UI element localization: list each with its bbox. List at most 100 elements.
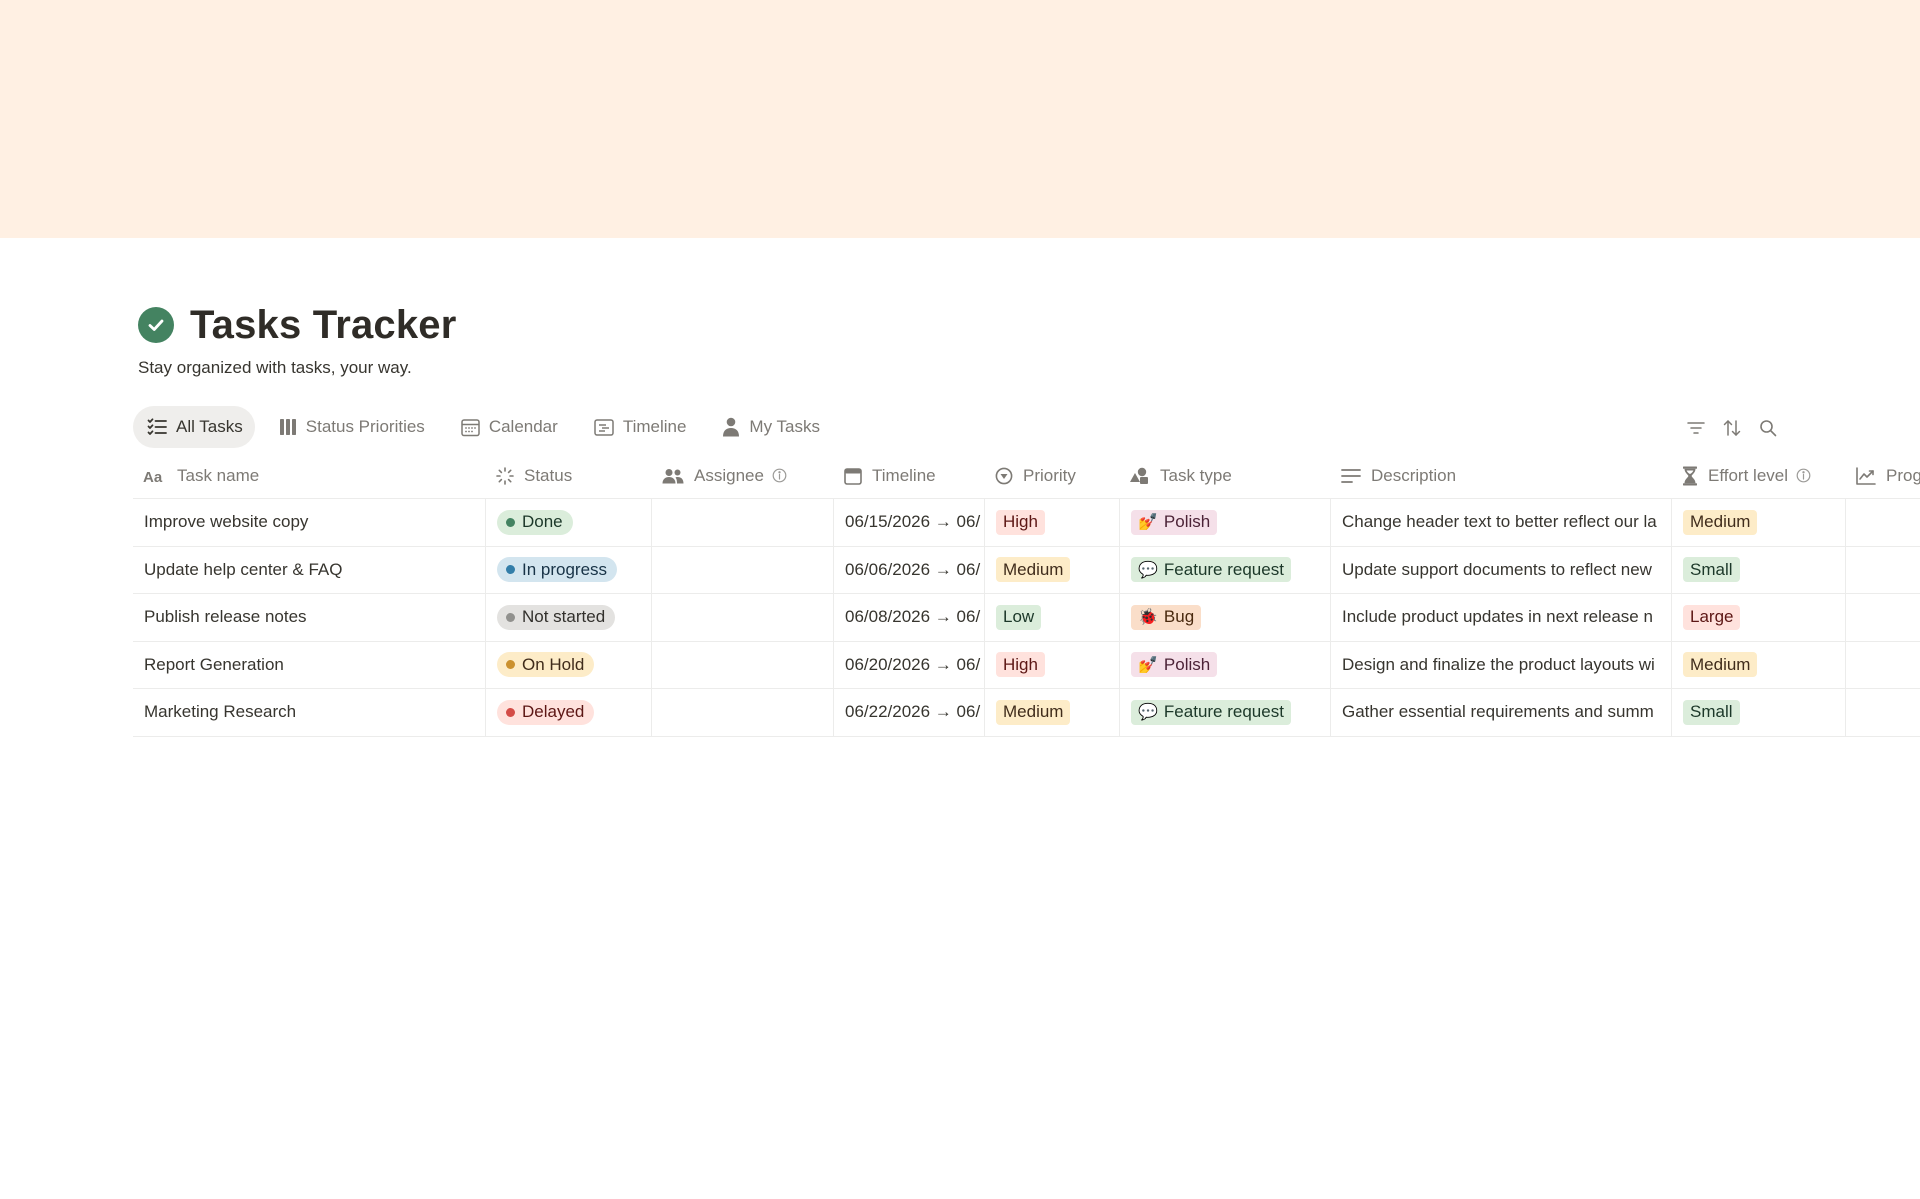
- column-header-timeline[interactable]: Timeline: [834, 453, 985, 498]
- search-button[interactable]: [1755, 415, 1781, 441]
- column-label: Timeline: [872, 465, 936, 485]
- cell-task-type[interactable]: 💅 Polish: [1120, 641, 1331, 688]
- cell-effort-level[interactable]: Large: [1672, 594, 1846, 641]
- cell-timeline[interactable]: 06/15/2026 → 06/: [834, 499, 985, 546]
- column-header-description[interactable]: Description: [1331, 453, 1672, 498]
- cell-description[interactable]: Include product updates in next release …: [1331, 594, 1672, 641]
- cell-progress[interactable]: [1846, 594, 1920, 641]
- check-circle-icon[interactable]: [138, 307, 174, 343]
- cell-assignee[interactable]: [652, 499, 834, 546]
- tab-calendar[interactable]: Calendar: [447, 406, 570, 448]
- cell-status[interactable]: Delayed: [486, 689, 652, 736]
- board-icon: [279, 419, 296, 435]
- column-header-task-name[interactable]: Aa Task name: [133, 453, 486, 498]
- cell-priority[interactable]: Medium: [985, 689, 1120, 736]
- cell-progress[interactable]: [1846, 499, 1920, 546]
- cell-timeline[interactable]: 06/08/2026 → 06/: [834, 594, 985, 641]
- cell-status[interactable]: Done: [486, 499, 652, 546]
- tab-status-priorities[interactable]: Status Priorities: [265, 406, 437, 448]
- cell-timeline-text: 06/06/2026 → 06/: [845, 559, 981, 579]
- cell-assignee[interactable]: [652, 641, 834, 688]
- cell-task-name-text: Marketing Research: [144, 702, 297, 722]
- cell-task-name[interactable]: Improve website copy: [133, 499, 486, 546]
- cell-description-text: Include product updates in next release …: [1342, 607, 1653, 627]
- cell-description[interactable]: Update support documents to reflect new: [1331, 546, 1672, 593]
- info-icon[interactable]: [1796, 468, 1811, 483]
- cell-description-text: Gather essential requirements and summ: [1342, 702, 1654, 722]
- column-header-status[interactable]: Status: [486, 453, 652, 498]
- cell-progress[interactable]: [1846, 689, 1920, 736]
- status-label: On Hold: [522, 654, 585, 674]
- cell-progress[interactable]: [1846, 547, 1920, 594]
- column-header-task-type[interactable]: Task type: [1120, 453, 1331, 498]
- cell-timeline[interactable]: 06/22/2026 → 06/: [834, 689, 985, 736]
- effort-tag: Small: [1683, 557, 1740, 583]
- status-label: Done: [522, 512, 563, 532]
- cell-priority[interactable]: High: [985, 499, 1120, 546]
- cell-priority[interactable]: Medium: [985, 546, 1120, 593]
- cell-description[interactable]: Design and finalize the product layouts …: [1331, 641, 1672, 688]
- table-row[interactable]: Publish release notes Not started 06/08/20…: [133, 594, 1920, 642]
- cell-effort-level[interactable]: Medium: [1672, 499, 1846, 546]
- cell-effort-level[interactable]: Small: [1672, 546, 1846, 593]
- lines-icon: [1341, 468, 1361, 483]
- table-row[interactable]: Report Generation On Hold 06/20/2026 → 06/…: [133, 641, 1920, 689]
- cell-task-type[interactable]: 💬 Feature request: [1120, 546, 1331, 593]
- cell-status[interactable]: In progress: [486, 546, 652, 593]
- cell-effort-level[interactable]: Medium: [1672, 641, 1846, 688]
- table-row[interactable]: Update help center & FAQ In progress 06/06…: [133, 546, 1920, 594]
- cell-task-name[interactable]: Publish release notes: [133, 594, 486, 641]
- cell-status[interactable]: On Hold: [486, 641, 652, 688]
- cell-effort-level[interactable]: Small: [1672, 689, 1846, 736]
- info-icon[interactable]: [772, 468, 787, 483]
- cell-task-name[interactable]: Marketing Research: [133, 689, 486, 736]
- cell-status[interactable]: Not started: [486, 594, 652, 641]
- status-badge: On Hold: [497, 652, 595, 678]
- cell-progress[interactable]: [1846, 642, 1920, 689]
- task-type-emoji-icon: 💬: [1138, 704, 1158, 722]
- task-type-tag: 💅 Polish: [1131, 509, 1218, 535]
- table-header: Aa Task name Status Assignee Timeline Pr…: [133, 453, 1920, 499]
- status-badge: Done: [497, 509, 573, 535]
- table-row[interactable]: Improve website copy Done 06/15/2026 → 06/…: [133, 499, 1920, 547]
- cell-timeline[interactable]: 06/20/2026 → 06/: [834, 641, 985, 688]
- column-label: Task type: [1160, 465, 1232, 485]
- priority-tag: High: [996, 652, 1045, 678]
- cell-assignee[interactable]: [652, 594, 834, 641]
- task-type-emoji-icon: 💅: [1138, 514, 1158, 532]
- sort-button[interactable]: [1719, 415, 1745, 441]
- cell-description[interactable]: Gather essential requirements and summ: [1331, 689, 1672, 736]
- column-label: Priority: [1023, 465, 1076, 485]
- task-type-emoji-icon: 🐞: [1138, 609, 1158, 627]
- task-type-tag: 💬 Feature request: [1131, 699, 1291, 725]
- cell-assignee[interactable]: [652, 689, 834, 736]
- table-row[interactable]: Marketing Research Delayed 06/22/2026 → 06…: [133, 689, 1920, 737]
- cell-description[interactable]: Change header text to better reflect our…: [1331, 499, 1672, 546]
- cell-priority[interactable]: Low: [985, 594, 1120, 641]
- page-subtitle[interactable]: Stay organized with tasks, your way.: [138, 358, 412, 378]
- tab-all-tasks[interactable]: All Tasks: [133, 406, 255, 448]
- cell-description-text: Design and finalize the product layouts …: [1342, 654, 1655, 674]
- cell-task-type[interactable]: 💅 Polish: [1120, 499, 1331, 546]
- cell-task-type[interactable]: 💬 Feature request: [1120, 689, 1331, 736]
- status-dot-icon: [506, 660, 515, 670]
- cell-assignee[interactable]: [652, 546, 834, 593]
- tab-timeline[interactable]: Timeline: [580, 406, 699, 448]
- filter-button[interactable]: [1683, 415, 1709, 441]
- cell-timeline[interactable]: 06/06/2026 → 06/: [834, 546, 985, 593]
- column-header-effort-level[interactable]: Effort level: [1672, 453, 1846, 498]
- column-header-priority[interactable]: Priority: [985, 453, 1120, 498]
- tab-my-tasks[interactable]: My Tasks: [708, 406, 832, 448]
- cell-task-name[interactable]: Report Generation: [133, 641, 486, 688]
- priority-icon: [995, 467, 1013, 484]
- cell-priority[interactable]: High: [985, 641, 1120, 688]
- calendar-icon: [844, 467, 862, 485]
- page-title[interactable]: Tasks Tracker: [190, 303, 457, 348]
- effort-tag: Medium: [1683, 652, 1758, 678]
- status-label: In progress: [522, 559, 608, 579]
- cell-task-name[interactable]: Update help center & FAQ: [133, 546, 486, 593]
- column-header-progress[interactable]: Prog: [1846, 453, 1920, 498]
- effort-tag: Small: [1683, 699, 1740, 725]
- cell-task-type[interactable]: 🐞 Bug: [1120, 594, 1331, 641]
- column-header-assignee[interactable]: Assignee: [652, 453, 834, 498]
